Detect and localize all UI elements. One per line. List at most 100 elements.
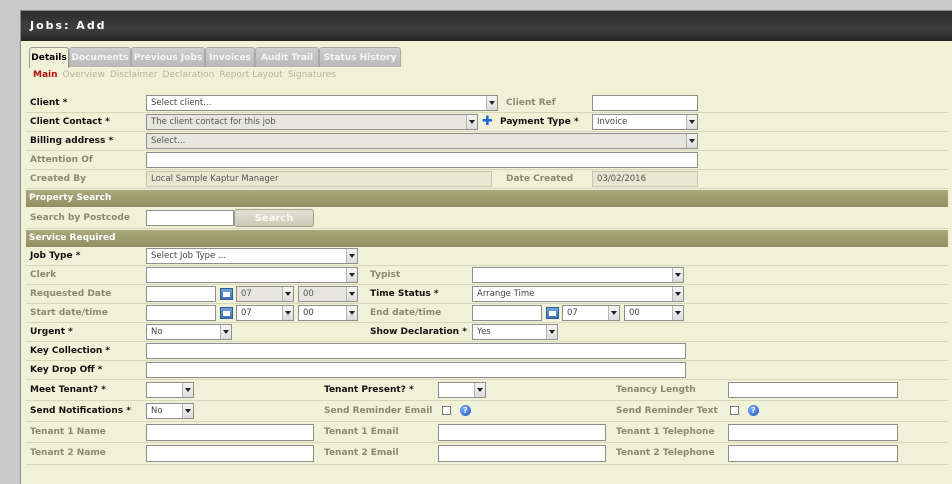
- send-notifications-select[interactable]: No: [146, 403, 194, 419]
- key-dropoff-row: Key Drop Off *: [26, 361, 948, 380]
- requested-hour-select[interactable]: 07: [236, 286, 294, 302]
- tenant-1-name-label: Tenant 1 Name: [30, 427, 106, 437]
- urgent-select[interactable]: No: [146, 324, 232, 340]
- add-contact-icon[interactable]: ✚: [482, 115, 493, 128]
- send-reminder-text-label: Send Reminder Text: [616, 406, 718, 416]
- tenant-2-name-input[interactable]: [146, 445, 314, 462]
- requested-date-input[interactable]: [146, 286, 216, 302]
- key-dropoff-input[interactable]: [146, 362, 686, 378]
- end-datetime-label: End date/time: [370, 308, 442, 318]
- tab-details[interactable]: Details: [29, 47, 69, 68]
- requested-hour-value: 07: [241, 289, 252, 299]
- calendar-icon[interactable]: [220, 307, 233, 319]
- job-type-select[interactable]: Select Job Type ...: [146, 248, 358, 264]
- chevron-down-icon: [672, 306, 683, 320]
- tab-status-history[interactable]: Status History: [319, 47, 401, 67]
- subtab-declaration[interactable]: Declaration: [163, 70, 215, 80]
- chevron-down-icon: [686, 134, 697, 148]
- end-minute-select[interactable]: 00: [624, 305, 684, 321]
- billing-address-select[interactable]: Select...: [146, 133, 698, 149]
- subtab-disclaimer[interactable]: Disclaimer: [110, 70, 158, 80]
- key-collection-input[interactable]: [146, 343, 686, 359]
- time-status-value: Arrange Time: [477, 289, 535, 299]
- postcode-input[interactable]: [146, 210, 234, 226]
- tab-audit-trail[interactable]: Audit Trail: [255, 47, 319, 67]
- tenant-2-telephone-input[interactable]: [728, 445, 898, 462]
- calendar-icon[interactable]: [546, 307, 559, 319]
- tenant-2-name-label: Tenant 2 Name: [30, 448, 106, 458]
- end-hour-value: 07: [567, 308, 578, 318]
- search-button[interactable]: Search: [234, 209, 314, 227]
- end-minute-value: 00: [629, 308, 640, 318]
- attention-of-label: Attention Of: [30, 155, 93, 165]
- client-row: Client * Select client... Client Ref: [26, 94, 948, 113]
- chevron-down-icon: [282, 287, 293, 301]
- jobs-add-panel: Jobs: Add Details Documents Previous Job…: [20, 10, 952, 484]
- chevron-down-icon: [466, 115, 477, 129]
- meet-tenant-row: Meet Tenant? * Tenant Present? * Tenancy…: [26, 380, 948, 401]
- help-icon[interactable]: ?: [748, 405, 759, 416]
- send-reminder-text-checkbox[interactable]: [730, 406, 739, 415]
- start-date-input[interactable]: [146, 305, 216, 321]
- job-type-label: Job Type *: [30, 251, 81, 261]
- meet-tenant-select[interactable]: [146, 382, 194, 398]
- send-reminder-email-checkbox[interactable]: [442, 406, 451, 415]
- tenant-present-select[interactable]: [438, 382, 486, 398]
- tab-invoices[interactable]: Invoices: [205, 47, 255, 67]
- subtab-overview[interactable]: Overview: [63, 70, 105, 80]
- tenancy-length-input[interactable]: [728, 382, 898, 398]
- key-collection-row: Key Collection *: [26, 342, 948, 361]
- start-hour-value: 07: [241, 308, 252, 318]
- start-minute-select[interactable]: 00: [298, 305, 358, 321]
- subtab-signatures[interactable]: Signatures: [288, 70, 336, 80]
- tenant-2-row: Tenant 2 Name Tenant 2 Email Tenant 2 Te…: [26, 443, 948, 465]
- tenant-2-email-label: Tenant 2 Email: [324, 448, 399, 458]
- tenant-2-email-input[interactable]: [438, 445, 606, 462]
- client-contact-select[interactable]: The client contact for this job: [146, 114, 478, 130]
- help-icon[interactable]: ?: [460, 405, 471, 416]
- end-hour-select[interactable]: 07: [562, 305, 620, 321]
- chevron-down-icon: [182, 404, 193, 418]
- attention-of-input[interactable]: [146, 152, 698, 168]
- client-select[interactable]: Select client...: [146, 95, 498, 111]
- requested-row: Requested Date 07 00 Time Status * Arran…: [26, 285, 948, 304]
- chevron-down-icon: [182, 383, 193, 397]
- tenant-1-email-input[interactable]: [438, 424, 606, 441]
- chevron-down-icon: [346, 268, 357, 282]
- payment-type-select[interactable]: Invoice: [592, 114, 698, 130]
- meet-tenant-label: Meet Tenant? *: [30, 385, 106, 395]
- time-status-select[interactable]: Arrange Time: [472, 286, 684, 302]
- end-date-input[interactable]: [472, 305, 542, 321]
- date-created-value: 03/02/2016: [592, 171, 698, 187]
- subtab-main[interactable]: Main: [33, 70, 58, 80]
- created-row: Created By Local Sample Kaptur Manager D…: [26, 170, 948, 189]
- typist-label: Typist: [370, 270, 401, 280]
- tenant-present-label: Tenant Present? *: [324, 385, 414, 395]
- start-hour-select[interactable]: 07: [236, 305, 294, 321]
- tenant-1-name-input[interactable]: [146, 424, 314, 441]
- job-type-value: Select Job Type ...: [151, 251, 227, 261]
- notifications-row: Send Notifications * No Send Reminder Em…: [26, 401, 948, 422]
- window-title: Jobs: Add: [21, 11, 952, 41]
- tenant-1-telephone-label: Tenant 1 Telephone: [616, 427, 715, 437]
- billing-row: Billing address * Select...: [26, 132, 948, 151]
- calendar-icon[interactable]: [220, 288, 233, 300]
- start-datetime-label: Start date/time: [30, 308, 108, 318]
- billing-address-value: Select...: [151, 136, 186, 146]
- service-required-section: Service Required: [26, 230, 948, 247]
- show-declaration-select[interactable]: Yes: [472, 324, 558, 340]
- subtab-report-layout[interactable]: Report Layout: [219, 70, 282, 80]
- created-by-value: Local Sample Kaptur Manager: [146, 171, 492, 187]
- requested-minute-select[interactable]: 00: [298, 286, 358, 302]
- show-declaration-value: Yes: [477, 327, 491, 337]
- clerk-select[interactable]: [146, 267, 358, 283]
- tenant-1-telephone-input[interactable]: [728, 424, 898, 441]
- show-declaration-label: Show Declaration *: [370, 327, 467, 337]
- tab-previous-jobs[interactable]: Previous Jobs: [131, 47, 205, 67]
- client-ref-input[interactable]: [592, 95, 698, 111]
- tenant-2-telephone-label: Tenant 2 Telephone: [616, 448, 715, 458]
- tab-documents[interactable]: Documents: [69, 47, 131, 67]
- client-contact-row: Client Contact * The client contact for …: [26, 113, 948, 132]
- typist-select[interactable]: [472, 267, 684, 283]
- postcode-label: Search by Postcode: [30, 213, 130, 223]
